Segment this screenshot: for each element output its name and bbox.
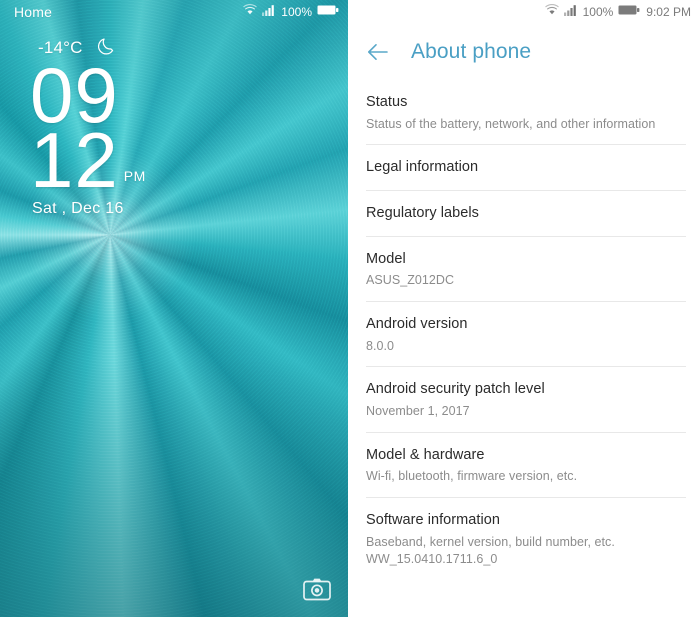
settings-panel: 100% 9:02 PM About phone Status Status o… (348, 0, 700, 617)
setting-subtitle: November 1, 2017 (366, 404, 470, 418)
settings-header: About phone (348, 24, 700, 80)
clock-ampm: PM (123, 168, 146, 185)
lock-screen-panel: Home 100% -14°C 09 12 PM Sat , Dec 16 (0, 0, 348, 617)
setting-title: Android version (366, 316, 468, 332)
battery-full-icon (317, 3, 339, 21)
setting-title: Model & hardware (366, 446, 485, 463)
right-status-bar: 100% 9:02 PM (348, 0, 700, 24)
home-label: Home (14, 4, 53, 20)
clock-minute-row: 12 PM (30, 116, 230, 205)
list-item[interactable]: Android security patch level November 1,… (366, 367, 686, 433)
setting-subtitle: ASUS_Z012DC (366, 273, 455, 288)
arrow-left-icon[interactable] (365, 39, 391, 65)
setting-title: Software information (366, 512, 500, 529)
setting-title: Android security patch level (366, 381, 545, 398)
setting-subtitle-secondary: WW_15.0410.1711.6_0 (366, 551, 498, 566)
wifi-icon (243, 3, 258, 21)
list-item[interactable]: Regulatory labels (366, 191, 686, 237)
clock-widget[interactable]: -14°C 09 12 PM Sat , Dec 16 (0, 36, 230, 218)
setting-title: Regulatory labels (366, 205, 479, 221)
setting-subtitle: Wi-fi, bluetooth, firmware version, etc. (366, 469, 578, 484)
list-item[interactable]: Legal information (366, 145, 686, 191)
page-title: About phone (411, 40, 532, 63)
setting-title: Model (366, 250, 406, 267)
left-status-icons: 100% (243, 3, 339, 21)
signal-bars-icon (262, 3, 276, 21)
clock-date: Sat , Dec 16 (32, 200, 124, 218)
screenshot-root: Home 100% -14°C 09 12 PM Sat , Dec 16 10… (0, 0, 700, 617)
setting-title: Legal information (366, 159, 479, 176)
battery-percent-label: 100% (582, 5, 614, 19)
battery-full-icon (618, 3, 640, 21)
list-item[interactable]: Model ASUS_Z012DC (366, 237, 686, 302)
status-bar-clock: 9:02 PM (646, 5, 691, 19)
left-status-bar: Home 100% (0, 0, 348, 24)
setting-subtitle: Baseband, kernel version, build number, … (366, 534, 615, 549)
setting-title: Status (366, 94, 408, 110)
battery-percent-label: 100% (281, 5, 312, 19)
clock-minute: 12 (30, 116, 119, 205)
setting-subtitle: Status of the battery, network, and othe… (366, 116, 656, 131)
list-item[interactable]: Software information Baseband, kernel ve… (366, 498, 686, 579)
camera-icon[interactable] (302, 575, 332, 605)
settings-list: Status Status of the battery, network, a… (348, 80, 700, 580)
wifi-icon (544, 3, 559, 21)
list-item[interactable]: Android version 8.0.0 (366, 302, 686, 368)
setting-subtitle: 8.0.0 (366, 338, 395, 353)
list-item[interactable]: Model & hardware Wi-fi, bluetooth, firmw… (366, 433, 686, 499)
list-item[interactable]: Status Status of the battery, network, a… (366, 80, 686, 146)
signal-bars-icon (563, 3, 578, 21)
